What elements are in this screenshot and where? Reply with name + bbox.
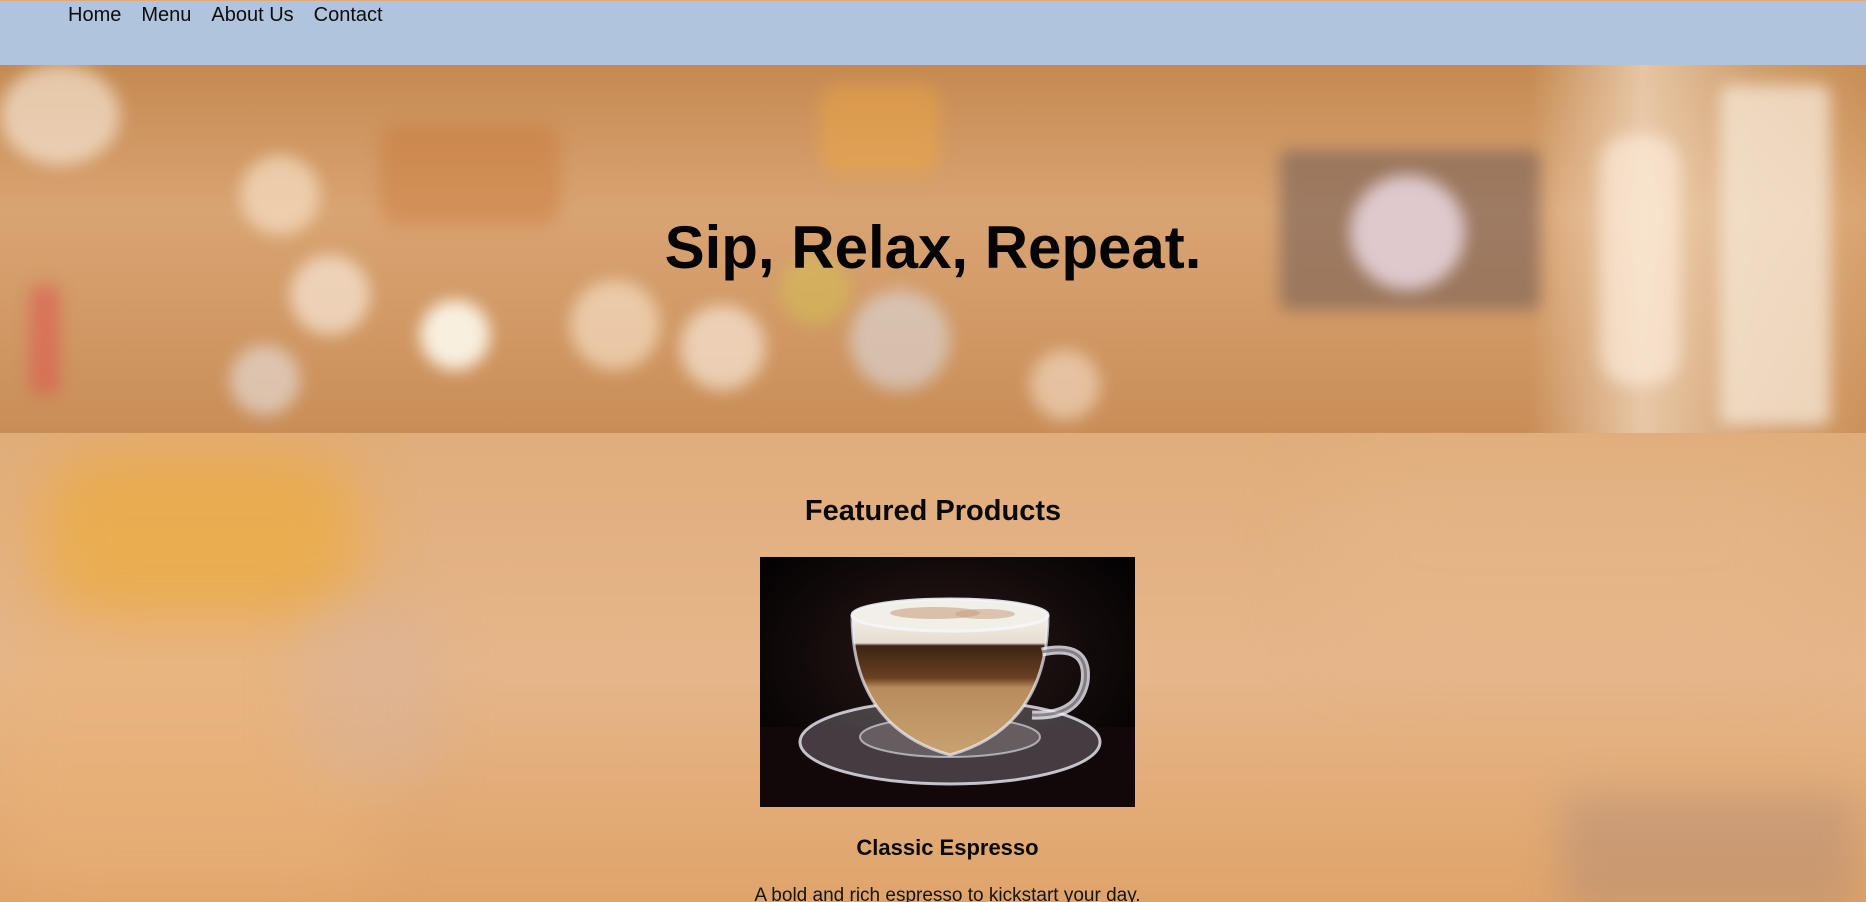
- nav-link-menu[interactable]: Menu: [141, 3, 191, 27]
- top-navbar: Home Menu About Us Contact: [0, 0, 1866, 65]
- featured-products-heading: Featured Products: [804, 495, 1062, 527]
- product-description: A bold and rich espresso to kickstart yo…: [754, 885, 1141, 902]
- hero-title: Sip, Relax, Repeat.: [664, 214, 1202, 281]
- coffee-cup-icon: [760, 557, 1135, 807]
- nav-list: Home Menu About Us Contact: [68, 3, 403, 27]
- featured-products-section: Featured Products Classic Espresso A bol…: [0, 433, 1866, 902]
- nav-item-home: Home: [68, 3, 141, 27]
- layered-coffee-cup-image: [760, 557, 1135, 807]
- product-card[interactable]: Classic Espresso A bold and rich espress…: [754, 557, 1141, 902]
- product-name: Classic Espresso: [856, 835, 1039, 860]
- nav-link-about-us[interactable]: About Us: [211, 3, 293, 27]
- nav-item-contact: Contact: [314, 3, 403, 27]
- nav-item-about-us: About Us: [211, 3, 313, 27]
- nav-item-menu: Menu: [141, 3, 211, 27]
- page: Home Menu About Us Contact Sip, Relax, R…: [0, 0, 1866, 902]
- nav-link-contact[interactable]: Contact: [314, 3, 383, 27]
- hero-banner: Sip, Relax, Repeat.: [0, 65, 1866, 433]
- nav-link-home[interactable]: Home: [68, 3, 121, 27]
